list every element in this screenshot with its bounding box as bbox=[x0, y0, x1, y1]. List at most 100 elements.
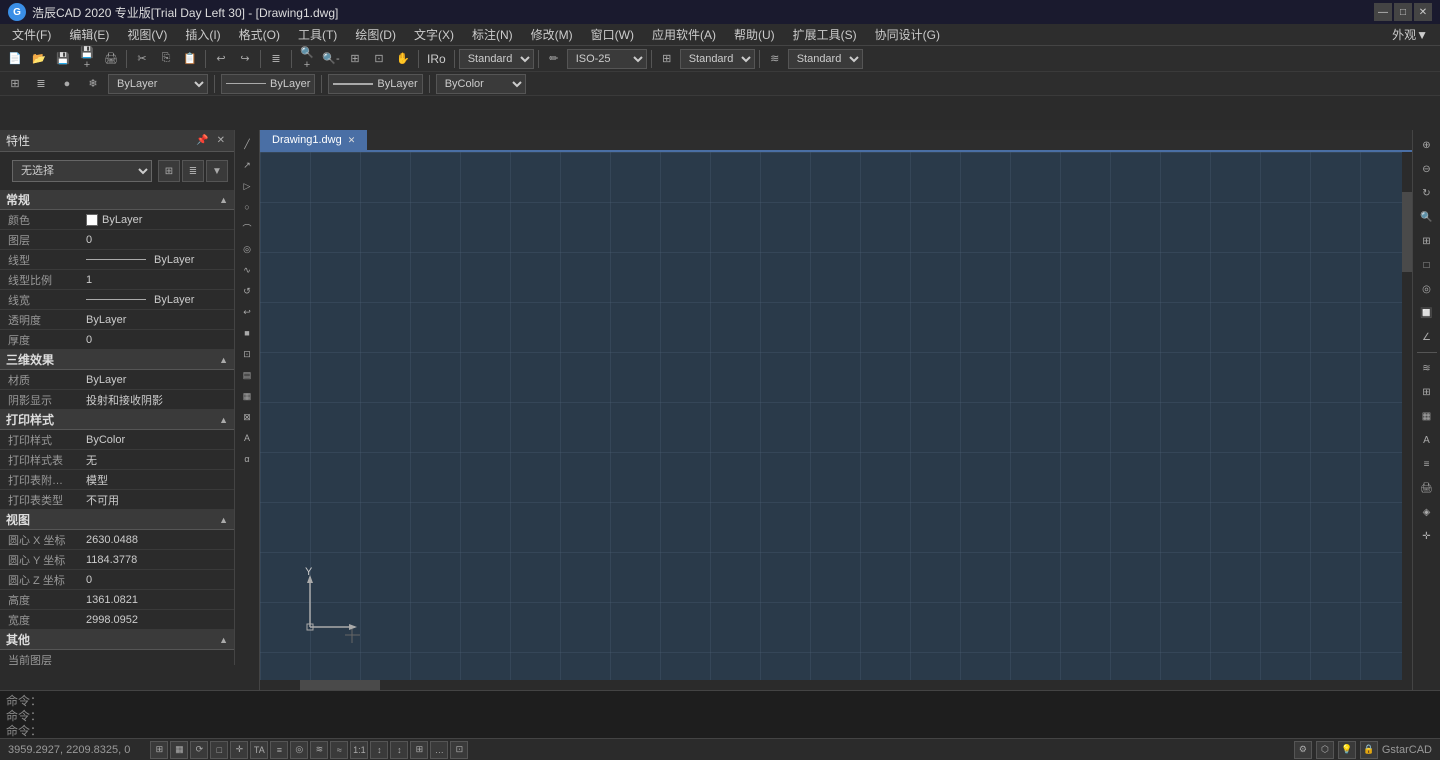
menu-ext-tools[interactable]: 扩展工具(S) bbox=[785, 24, 865, 45]
minimize-button[interactable]: — bbox=[1374, 3, 1392, 21]
menu-window[interactable]: 窗口(W) bbox=[583, 24, 642, 45]
menu-format[interactable]: 格式(O) bbox=[231, 24, 288, 45]
menu-file[interactable]: 文件(F) bbox=[4, 24, 59, 45]
saveas-button[interactable]: 💾+ bbox=[76, 48, 98, 70]
rt-nav-button[interactable]: ✛ bbox=[1416, 525, 1438, 547]
color-dropdown[interactable]: ByColor bbox=[436, 74, 526, 94]
rt-search-button[interactable]: 🔍 bbox=[1416, 206, 1438, 228]
zoom-window-button[interactable]: ⊡ bbox=[368, 48, 390, 70]
pan-button[interactable]: ✋ bbox=[392, 48, 414, 70]
status-osnap-button[interactable]: ✛ bbox=[230, 741, 248, 759]
open-button[interactable]: 📂 bbox=[28, 48, 50, 70]
text-tool[interactable]: A bbox=[237, 428, 257, 448]
props-close-button[interactable]: ✕ bbox=[214, 134, 228, 147]
match-prop-button[interactable]: ≣ bbox=[265, 48, 287, 70]
text-style-dropdown[interactable]: Standard bbox=[459, 49, 534, 69]
gradient-tool[interactable]: ▦ bbox=[237, 386, 257, 406]
zoom-out-button[interactable]: 🔍- bbox=[320, 48, 342, 70]
menu-tools[interactable]: 工具(T) bbox=[290, 24, 345, 45]
menu-edit[interactable]: 编辑(E) bbox=[61, 24, 117, 45]
menu-view[interactable]: 视图(V) bbox=[119, 24, 175, 45]
zoom-in-button[interactable]: 🔍+ bbox=[296, 48, 318, 70]
status-clean-button[interactable]: ⊡ bbox=[450, 741, 468, 759]
status-transparency-button[interactable]: ◎ bbox=[290, 741, 308, 759]
maximize-button[interactable]: □ bbox=[1394, 3, 1412, 21]
status-grid-button[interactable]: ⊞ bbox=[150, 741, 168, 759]
tab-close-button[interactable]: ✕ bbox=[348, 135, 356, 146]
redo-button[interactable]: ↪ bbox=[234, 48, 256, 70]
status-ta-button[interactable]: TA bbox=[250, 741, 268, 759]
lock-button[interactable]: 🔒 bbox=[1360, 741, 1378, 759]
status-anno2-button[interactable]: ↕ bbox=[390, 741, 408, 759]
rt-zoomin-button[interactable]: ⊕ bbox=[1416, 134, 1438, 156]
block-tool[interactable]: ⊡ bbox=[237, 344, 257, 364]
rt-ortho-button[interactable]: □ bbox=[1416, 254, 1438, 276]
lineweight-dropdown[interactable]: ByLayer bbox=[328, 74, 422, 94]
redo-drawing-tool[interactable]: ↩ bbox=[237, 302, 257, 322]
status-snap-button[interactable]: ▦ bbox=[170, 741, 188, 759]
section-print[interactable]: 打印样式 ▲ bbox=[0, 410, 234, 430]
status-ortho-button[interactable]: ⟳ bbox=[190, 741, 208, 759]
donut-tool[interactable]: ◎ bbox=[237, 239, 257, 259]
rt-text-button[interactable]: A bbox=[1416, 429, 1438, 451]
layer-props-button[interactable]: ≣ bbox=[30, 73, 52, 95]
layer-on-button[interactable]: ● bbox=[56, 73, 78, 95]
copy-button[interactable]: ⎘ bbox=[155, 48, 177, 70]
status-anno1-button[interactable]: ↕ bbox=[370, 741, 388, 759]
mtext-tool[interactable]: α bbox=[237, 449, 257, 469]
boundary-tool[interactable]: ⊠ bbox=[237, 407, 257, 427]
rt-render-button[interactable]: ◈ bbox=[1416, 501, 1438, 523]
linetype-dropdown[interactable]: ByLayer bbox=[221, 74, 315, 94]
share-button[interactable]: ⬡ bbox=[1316, 741, 1334, 759]
rt-prop-button[interactable]: ≋ bbox=[1416, 357, 1438, 379]
menu-draw[interactable]: 绘图(D) bbox=[347, 24, 404, 45]
command-input[interactable] bbox=[46, 724, 646, 738]
menu-insert[interactable]: 插入(I) bbox=[177, 24, 228, 45]
no-select-dropdown[interactable]: 无选择 bbox=[12, 160, 152, 182]
status-sel-button[interactable]: ≋ bbox=[310, 741, 328, 759]
line-tool[interactable]: ╱ bbox=[237, 134, 257, 154]
horizontal-scrollbar[interactable] bbox=[260, 680, 1412, 690]
vertical-scrollbar[interactable] bbox=[1402, 152, 1412, 680]
rt-angle-button[interactable]: ∠ bbox=[1416, 326, 1438, 348]
drawing-tab[interactable]: Drawing1.dwg ✕ bbox=[260, 130, 367, 150]
paste-button[interactable]: 📋 bbox=[179, 48, 201, 70]
status-linewidth-button[interactable]: ≡ bbox=[270, 741, 288, 759]
drawing-canvas[interactable]: Y bbox=[260, 152, 1412, 690]
layer-panel-button[interactable]: ⊞ bbox=[4, 73, 26, 95]
save-button[interactable]: 💾 bbox=[52, 48, 74, 70]
status-ws-button[interactable]: ⊞ bbox=[410, 741, 428, 759]
toggle-button[interactable]: ▼ bbox=[206, 160, 228, 182]
settings-button[interactable]: ⚙ bbox=[1294, 741, 1312, 759]
status-model-button[interactable]: ≈ bbox=[330, 741, 348, 759]
new-button[interactable]: 📄 bbox=[4, 48, 26, 70]
select-all-button[interactable]: ⊞ bbox=[158, 160, 180, 182]
rt-grid-button[interactable]: ⊞ bbox=[1416, 230, 1438, 252]
print-button[interactable]: 🖨 bbox=[100, 48, 122, 70]
menu-view-right[interactable]: 外观▼ bbox=[1384, 24, 1436, 45]
arc-tool[interactable]: ⌒ bbox=[237, 218, 257, 238]
menu-text[interactable]: 文字(X) bbox=[406, 24, 462, 45]
undo-button[interactable]: ↩ bbox=[210, 48, 232, 70]
layer-dropdown[interactable]: ByLayer 0 bbox=[108, 74, 208, 94]
close-button[interactable]: ✕ bbox=[1414, 3, 1432, 21]
rt-zoomout-button[interactable]: ⊖ bbox=[1416, 158, 1438, 180]
menu-collab[interactable]: 协同设计(G) bbox=[867, 24, 948, 45]
rt-layer-button[interactable]: ⊞ bbox=[1416, 381, 1438, 403]
status-scale-button[interactable]: 1:1 bbox=[350, 741, 368, 759]
menu-apps[interactable]: 应用软件(A) bbox=[644, 24, 724, 45]
menu-dim[interactable]: 标注(N) bbox=[464, 24, 521, 45]
menu-help[interactable]: 帮助(U) bbox=[726, 24, 783, 45]
rt-plot-button[interactable]: 🖨 bbox=[1416, 477, 1438, 499]
rt-rotate-button[interactable]: ↻ bbox=[1416, 182, 1438, 204]
status-more-button[interactable]: … bbox=[430, 741, 448, 759]
quickselect-button[interactable]: ≣ bbox=[182, 160, 204, 182]
mline-style-dropdown[interactable]: Standard bbox=[788, 49, 863, 69]
rect-tool[interactable]: ■ bbox=[237, 323, 257, 343]
rt-block-button[interactable]: ▦ bbox=[1416, 405, 1438, 427]
arrow-tool[interactable]: ↗ bbox=[237, 155, 257, 175]
section-3d[interactable]: 三维效果 ▲ bbox=[0, 350, 234, 370]
section-view[interactable]: 视图 ▲ bbox=[0, 510, 234, 530]
rt-sel-button[interactable]: 🔲 bbox=[1416, 302, 1438, 324]
spline-tool[interactable]: ∿ bbox=[237, 260, 257, 280]
